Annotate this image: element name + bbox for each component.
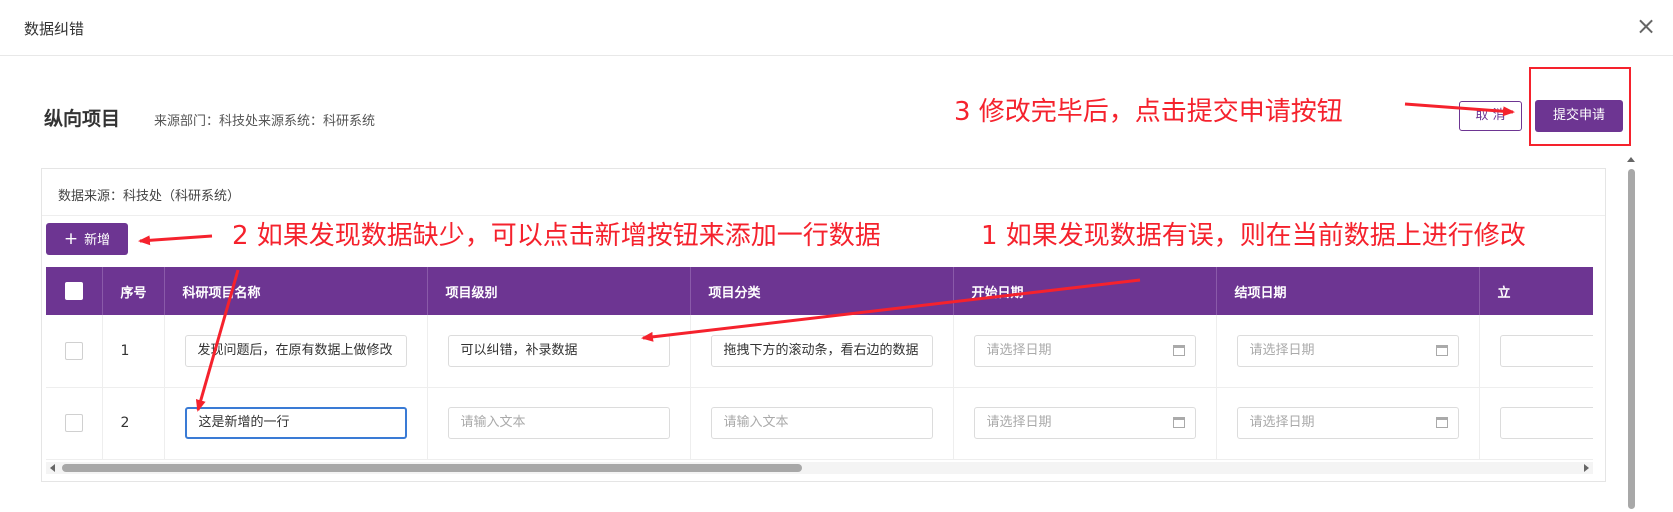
start-date-picker[interactable]: 请选择日期 (973, 334, 1196, 367)
header-no: 序号 (102, 267, 165, 315)
vertical-scrollbar[interactable] (1626, 155, 1636, 512)
highlight-box (1529, 67, 1631, 146)
scroll-up-icon[interactable] (1627, 157, 1635, 162)
project-level-input[interactable]: 请输入文本 (447, 407, 670, 439)
data-table: 序号 科研项目名称 项目级别 项目分类 开始日期 结项日期 立 1 发现问题后，… (46, 267, 1593, 460)
start-cell: 请选择日期 (953, 387, 1217, 460)
project-level-input[interactable]: 可以纠错，补录数据 (447, 334, 670, 367)
name-cell: 这是新增的一行 (164, 387, 428, 460)
setup-cell (1479, 387, 1593, 460)
calendar-icon (1435, 417, 1448, 428)
add-row-button[interactable]: + 新增 (46, 223, 128, 255)
calendar-icon (1172, 344, 1185, 356)
row-checkbox[interactable] (64, 341, 83, 360)
calendar-icon (1172, 417, 1185, 428)
row-no: 2 (102, 387, 165, 460)
dialog-title: 数据纠错 (24, 20, 85, 38)
end-date-placeholder: 请选择日期 (1249, 342, 1315, 358)
name-cell: 发现问题后，在原有数据上做修改 (164, 315, 428, 388)
plus-icon: + (63, 229, 79, 249)
header-end-date: 结项日期 (1216, 267, 1480, 315)
project-category-input[interactable]: 拖拽下方的滚动条，看右边的数据 (710, 334, 933, 367)
cancel-button[interactable]: 取 消 (1459, 101, 1522, 131)
vertical-scroll-thumb[interactable] (1628, 169, 1635, 509)
annotation-step3: 3 修改完毕后，点击提交申请按钮 (954, 97, 1343, 127)
start-date-placeholder: 请选择日期 (986, 415, 1052, 430)
row-checkbox-cell (46, 387, 103, 460)
calendar-icon (1435, 344, 1448, 356)
scroll-right-icon[interactable] (1584, 464, 1589, 472)
start-cell: 请选择日期 (953, 315, 1217, 388)
project-name-input[interactable]: 这是新增的一行 (184, 407, 407, 439)
scroll-left-icon[interactable] (50, 464, 55, 472)
header-checkbox-cell (46, 267, 103, 315)
table-row: 1 发现问题后，在原有数据上做修改 可以纠错，补录数据 拖拽下方的滚动条，看右边… (46, 315, 1593, 388)
close-icon[interactable]: × (1633, 14, 1659, 40)
horizontal-scrollbar[interactable] (46, 462, 1593, 474)
header-project-level: 项目级别 (427, 267, 691, 315)
start-date-picker[interactable]: 请选择日期 (973, 407, 1196, 439)
row-checkbox[interactable] (64, 414, 83, 432)
section-title: 纵向项目 (44, 108, 121, 130)
project-name-input[interactable]: 发现问题后，在原有数据上做修改 (184, 334, 407, 367)
setup-input[interactable] (1499, 334, 1593, 367)
start-date-placeholder: 请选择日期 (986, 342, 1052, 358)
end-cell: 请选择日期 (1216, 315, 1480, 388)
row-checkbox-cell (46, 315, 103, 388)
data-table-wrapper: 序号 科研项目名称 项目级别 项目分类 开始日期 结项日期 立 1 发现问题后，… (46, 267, 1593, 477)
dialog-header: 数据纠错 × (0, 0, 1673, 56)
data-source-label: 数据来源：科技处（科研系统） (58, 189, 241, 204)
add-row-label: 新增 (84, 233, 111, 248)
horizontal-scroll-thumb[interactable] (62, 464, 802, 472)
header-project-name: 科研项目名称 (164, 267, 428, 315)
category-cell: 拖拽下方的滚动条，看右边的数据 (690, 315, 954, 388)
end-date-placeholder: 请选择日期 (1249, 415, 1315, 430)
setup-cell (1479, 315, 1593, 388)
project-category-input[interactable]: 请输入文本 (710, 407, 933, 439)
annotation-step2: 2 如果发现数据缺少，可以点击新增按钮来添加一行数据 (232, 221, 881, 251)
header-start-date: 开始日期 (953, 267, 1217, 315)
data-correction-dialog: 数据纠错 × 纵向项目 来源部门：科技处来源系统：科研系统 取 消 提交申请 数… (0, 0, 1673, 512)
select-all-checkbox[interactable] (64, 282, 83, 300)
table-row: 2 这是新增的一行 请输入文本 请输入文本 请选择日期 请选择日期 (46, 387, 1593, 460)
category-cell: 请输入文本 (690, 387, 954, 460)
annotation-step1: 1 如果发现数据有误，则在当前数据上进行修改 (981, 221, 1526, 251)
level-cell: 请输入文本 (427, 387, 691, 460)
level-cell: 可以纠错，补录数据 (427, 315, 691, 388)
section-meta: 来源部门：科技处来源系统：科研系统 (154, 114, 376, 129)
end-date-picker[interactable]: 请选择日期 (1236, 407, 1459, 439)
end-cell: 请选择日期 (1216, 387, 1480, 460)
header-project-category: 项目分类 (690, 267, 954, 315)
setup-input[interactable] (1499, 407, 1593, 439)
end-date-picker[interactable]: 请选择日期 (1236, 334, 1459, 367)
row-no: 1 (102, 315, 165, 388)
header-setup: 立 (1479, 267, 1593, 315)
table-header-row: 序号 科研项目名称 项目级别 项目分类 开始日期 结项日期 立 (46, 267, 1593, 315)
